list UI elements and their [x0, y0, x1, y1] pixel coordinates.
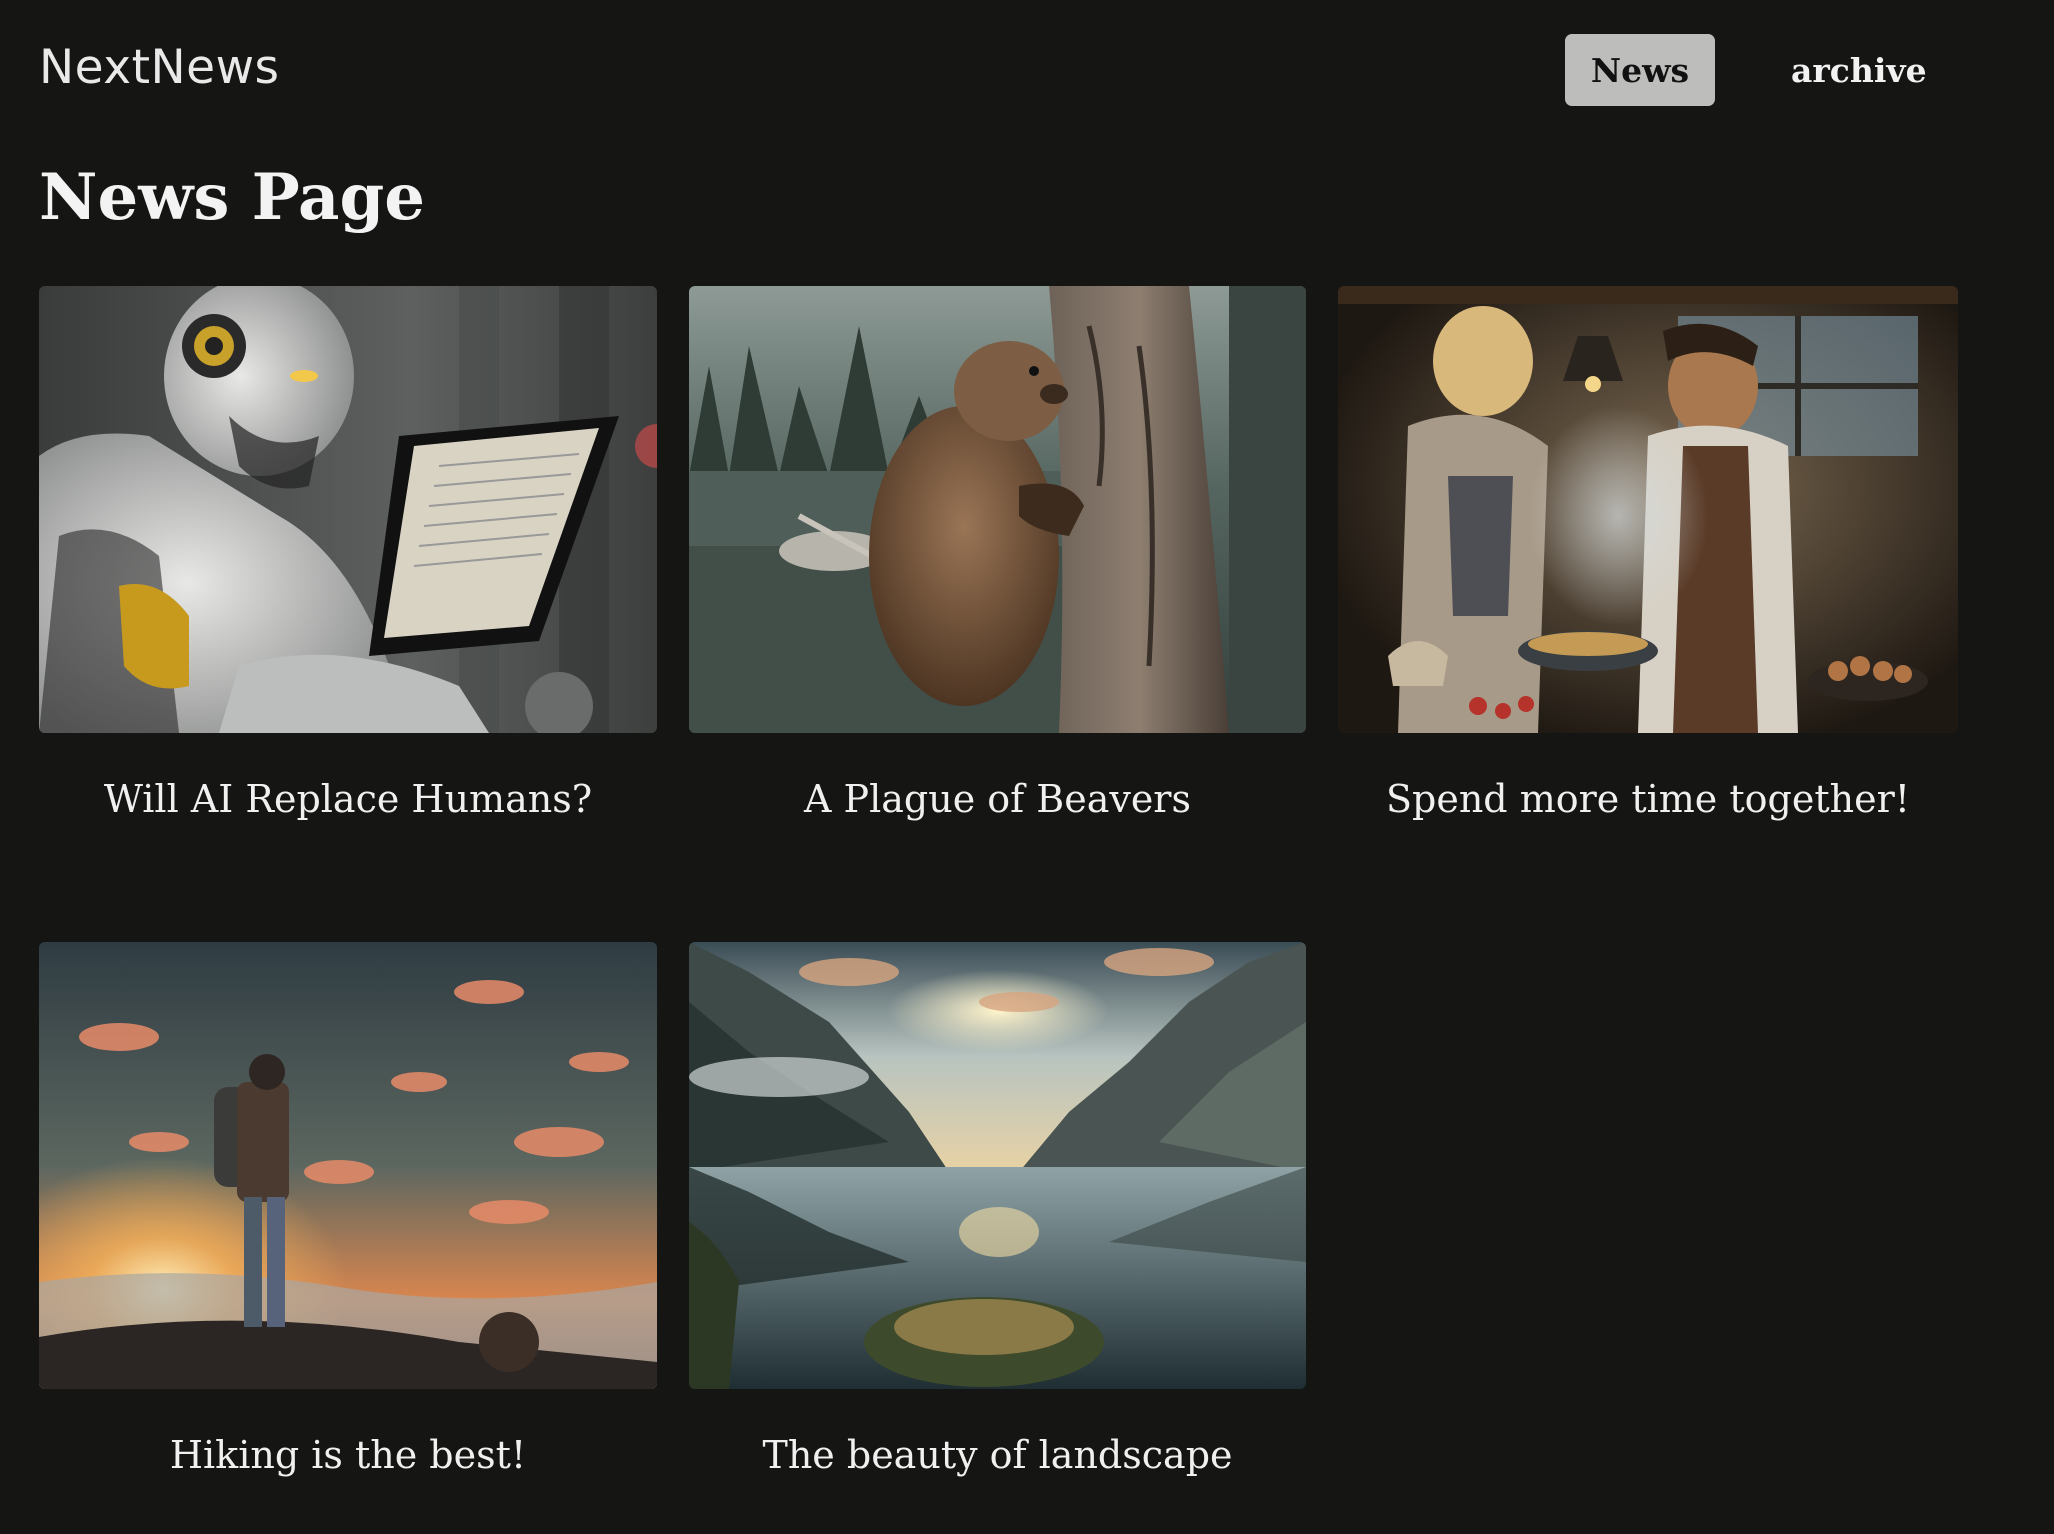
article-title[interactable]: A Plague of Beavers	[689, 733, 1306, 878]
article-image[interactable]	[689, 286, 1306, 733]
article-card[interactable]: A Plague of Beavers	[689, 286, 1306, 878]
article-card[interactable]: The beauty of landscape	[689, 942, 1306, 1534]
article-title[interactable]: Spend more time together!	[1338, 733, 1958, 878]
article-image[interactable]	[39, 942, 657, 1389]
article-image[interactable]	[39, 286, 657, 733]
article-title[interactable]: The beauty of landscape	[689, 1389, 1306, 1534]
article-card[interactable]: Will AI Replace Humans?	[39, 286, 657, 878]
article-title[interactable]: Hiking is the best!	[39, 1389, 657, 1534]
site-header: NextNews News archive	[0, 0, 2054, 140]
article-grid: Will AI Replace Humans? A Plague of Beav…	[39, 286, 1959, 1534]
nav-link-archive[interactable]: archive	[1771, 34, 1947, 106]
beaver-image	[689, 286, 1306, 733]
site-logo[interactable]: NextNews	[39, 40, 280, 95]
hiker-image	[39, 942, 657, 1389]
article-title[interactable]: Will AI Replace Humans?	[39, 733, 657, 878]
cooking-image	[1338, 286, 1958, 733]
article-image[interactable]	[689, 942, 1306, 1389]
landscape-image	[689, 942, 1306, 1389]
article-image[interactable]	[1338, 286, 1958, 733]
robot-image	[39, 286, 657, 733]
article-card[interactable]: Hiking is the best!	[39, 942, 657, 1534]
nav-link-news[interactable]: News	[1565, 34, 1715, 106]
article-card[interactable]: Spend more time together!	[1338, 286, 1958, 878]
page-title: News Page	[39, 160, 425, 235]
main-nav: News archive	[1565, 34, 1947, 106]
